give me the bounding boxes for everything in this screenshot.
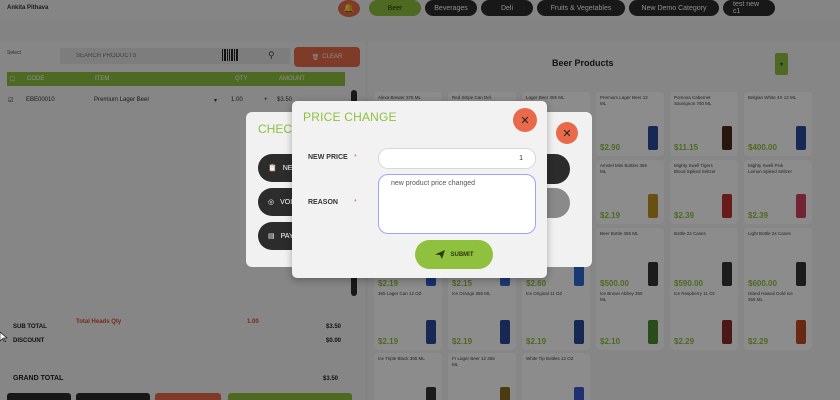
new-price-input[interactable]: 1 <box>378 148 536 169</box>
new-price-label: NEW PRICE <box>308 154 348 161</box>
send-icon <box>434 250 445 259</box>
mouse-cursor-icon <box>0 332 8 342</box>
submit-button[interactable]: SUBMIT <box>415 240 493 269</box>
card-icon: ▤ <box>268 233 275 240</box>
reason-label: REASON <box>308 199 338 206</box>
close-icon[interactable]: ✕ <box>513 108 537 132</box>
submit-label: SUBMIT <box>450 251 474 258</box>
reason-required-mark: * <box>354 199 357 206</box>
price-change-modal: PRICE CHANGE ✕ NEW PRICE * 1 REASON * ne… <box>292 101 547 278</box>
camera-icon: ◎ <box>268 199 275 206</box>
price-change-title: PRICE CHANGE <box>303 110 397 124</box>
reason-textarea[interactable]: new product price changed <box>378 174 536 234</box>
clipboard-icon: 📋 <box>268 165 277 172</box>
new-price-required-mark: * <box>354 154 357 161</box>
close-icon[interactable]: ✕ <box>556 122 578 144</box>
